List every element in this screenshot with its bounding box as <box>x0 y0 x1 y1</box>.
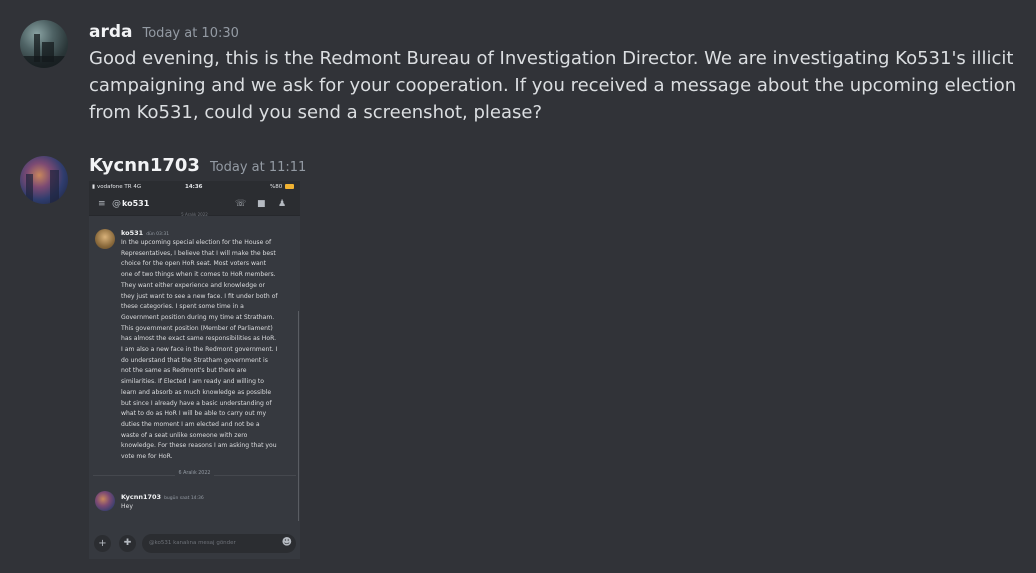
dm-message-body: In the upcoming special election for the… <box>121 238 278 463</box>
username[interactable]: arda <box>89 22 133 42</box>
carrier-label: vodafone TR 4G <box>97 184 142 190</box>
date-divider-label: 6 Aralık 2022 <box>174 471 215 476</box>
message-text: Good evening, this is the Redmont Bureau… <box>89 48 1017 123</box>
dm-author-name: ko531 <box>121 229 144 237</box>
message-timestamp: Today at 11:11 <box>209 160 307 175</box>
dm-line: but since I already have a basic underst… <box>121 399 272 407</box>
username[interactable]: Kycnn1703 <box>89 155 200 176</box>
dm-line: Representatives, I believe that I will m… <box>121 249 276 257</box>
at-icon: @ <box>112 199 121 209</box>
dm-author: ko531 dün 03:31 <box>121 229 169 237</box>
cut-off-date: 5 Aralık 2022 <box>181 212 208 217</box>
dm-time: bugün saat 14:36 <box>164 496 204 501</box>
phone-call-icon: ☏ <box>235 199 247 209</box>
dm-line: Government position during my time at St… <box>121 313 275 321</box>
avatar[interactable] <box>20 20 68 68</box>
signal-icon: ▮ <box>92 184 96 190</box>
dm-line: not the same as Redmont's but there are <box>121 367 247 375</box>
scrollbar <box>298 311 299 521</box>
avatar[interactable] <box>20 156 68 204</box>
dm-author: Kycnn1703 bugün saat 14:36 <box>121 493 204 501</box>
battery-label: %80 <box>270 184 283 190</box>
dm-line: knowledge. For these reasons I am asking… <box>121 442 277 450</box>
avatar <box>95 229 115 249</box>
dm-line: they just want to see a new face. I fit … <box>121 292 278 300</box>
phone-input-bar: + ✚ @ko531 kanalına mesaj gönder ☻ <box>89 529 300 559</box>
dm-line: Hey <box>121 503 133 510</box>
dm-author-name: Kycnn1703 <box>121 493 162 501</box>
emoji-icon: ☻ <box>281 537 292 548</box>
dm-line: learn and absorb as much knowledge as po… <box>121 388 272 396</box>
hamburger-icon: ≡ <box>98 199 106 209</box>
input-placeholder: @ko531 kanalına mesaj gönder <box>149 540 236 546</box>
dm-time: dün 03:31 <box>146 232 170 237</box>
phone-time: 14:36 <box>185 184 203 190</box>
dm-line: these categories. I spent some time in a <box>121 303 244 311</box>
battery-icon <box>285 184 294 189</box>
dm-line: This government position (Member of Parl… <box>121 324 273 332</box>
dm-line: duties the moment I am elected and not b… <box>121 420 260 428</box>
dm-line: waste of a seat unlike someone with zero <box>121 431 248 439</box>
dm-line: has almost the exact same responsibiliti… <box>121 335 277 343</box>
channel-name: ko531 <box>122 199 150 208</box>
date-divider: 6 Aralık 2022 <box>89 471 300 476</box>
members-icon: ♟ <box>278 199 287 209</box>
plus-icon: + <box>94 535 111 552</box>
screenshot-attachment[interactable]: ▮ vodafone TR 4G 14:36 %80 ≡ @ ko531 ☏ ■… <box>89 181 300 559</box>
dm-line: do understand that the Stratham governme… <box>121 356 268 364</box>
gift-icon: ✚ <box>119 535 136 552</box>
phone-status-bar: ▮ vodafone TR 4G 14:36 %80 <box>89 181 300 193</box>
dm-line: In the upcoming special election for the… <box>121 239 272 246</box>
dm-message-body: Hey <box>121 502 133 513</box>
phone-message-input: @ko531 kanalına mesaj gönder ☻ <box>142 534 296 553</box>
dm-line: I am also a new face in the Redmont gove… <box>121 346 278 354</box>
dm-line: vote me for HoR. <box>121 453 173 461</box>
dm-line: They want either experience and knowledg… <box>121 281 265 289</box>
dm-line: similarities. If Elected I am ready and … <box>121 378 265 386</box>
video-call-icon: ■ <box>257 199 266 209</box>
avatar <box>95 491 115 511</box>
message-timestamp: Today at 10:30 <box>142 26 239 41</box>
dm-line: one of two things when it comes to HoR m… <box>121 271 276 279</box>
dm-line: choice for the open HoR seat. Most voter… <box>121 260 267 268</box>
dm-line: what to do as HoR I will be able to carr… <box>121 410 267 418</box>
